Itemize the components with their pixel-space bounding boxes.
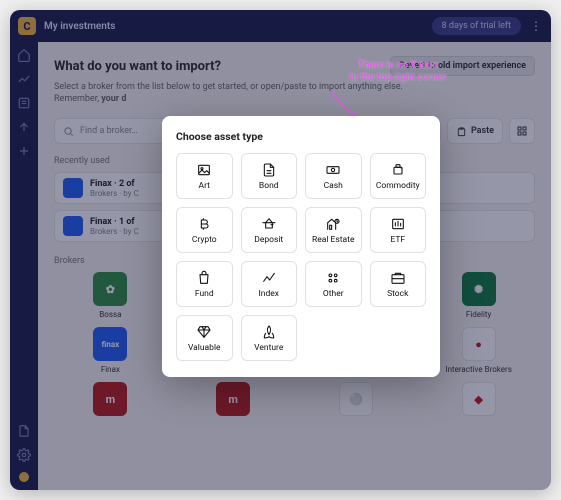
stock-icon [390,270,406,286]
asset-type-crypto[interactable]: Crypto [176,207,233,253]
app-logo-letter: C [23,20,30,33]
bond-icon [261,162,277,178]
asset-type-valuable[interactable]: Valuable [176,315,233,361]
document-icon[interactable] [17,424,31,438]
asset-type-bond[interactable]: Bond [241,153,298,199]
app-frame: C My investments 8 days of trial left ⋮ … [10,10,551,490]
recent-title: Finax · 1 of [90,217,139,227]
broker-item[interactable]: ✿ Bossa [54,272,167,319]
broker-label: Bossa [99,310,121,319]
sidebar [10,42,38,490]
etf-icon [390,216,406,232]
crypto-icon [196,216,212,232]
asset-type-other[interactable]: Other [305,261,362,307]
broker-logo-icon [63,216,83,236]
asset-type-index[interactable]: Index [241,261,298,307]
asset-type-label: Real Estate [312,235,354,245]
fund-icon [196,270,212,286]
import-subtext-2: Remember, your d [54,94,535,104]
import-subtext-2b: your d [101,94,126,104]
asset-type-cash[interactable]: Cash [305,153,362,199]
index-icon [261,270,277,286]
paste-label: Paste [471,126,494,136]
choose-asset-modal: Choose asset type Art Bond Cash Commodity Cr… [162,116,440,377]
asset-type-label: Other [323,289,344,299]
asset-type-art[interactable]: Art [176,153,233,199]
paste-button[interactable]: Paste [447,118,503,144]
asset-type-label: Cash [324,181,343,191]
list-icon[interactable] [17,96,31,110]
valuable-icon [196,324,212,340]
upload-icon[interactable] [17,120,31,134]
asset-type-commodity[interactable]: Commodity [370,153,427,199]
broker-logo-icon [63,178,83,198]
cash-icon [325,162,341,178]
broker-logo-icon: ● [462,327,496,361]
gear-icon[interactable] [17,448,31,462]
broker-logo-icon: ⚪ [339,382,373,416]
asset-type-deposit[interactable]: Deposit [241,207,298,253]
asset-type-label: Valuable [188,343,221,353]
broker-item[interactable]: ◆ [422,382,535,420]
broker-logo-icon: ◆ [462,382,496,416]
plus-icon[interactable] [17,144,31,158]
asset-type-stock[interactable]: Stock [370,261,427,307]
realestate-icon [325,216,341,232]
more-menu-icon[interactable]: ⋮ [529,19,543,33]
page-title: My investments [44,21,115,32]
broker-logo-icon: m [216,382,250,416]
asset-type-fund[interactable]: Fund [176,261,233,307]
annotation-line-2: in the top right corner [350,72,447,83]
grid-icon [516,125,528,137]
asset-type-label: Commodity [376,181,420,191]
asset-type-label: Crypto [192,235,217,245]
broker-label: Finax [101,365,120,374]
deposit-icon [261,216,277,232]
annotation-line-1: There is no X icon [358,60,438,71]
other-icon [325,270,341,286]
search-placeholder: Find a broker… [80,126,138,136]
broker-label: Interactive Brokers [445,365,511,374]
view-toggle-button[interactable] [509,118,535,144]
art-icon [196,162,212,178]
asset-type-etf[interactable]: ETF [370,207,427,253]
broker-logo-icon: ✿ [93,272,127,306]
home-icon[interactable] [17,48,31,62]
asset-type-realestate[interactable]: Real Estate [305,207,362,253]
broker-item[interactable]: finax Finax [54,327,167,374]
asset-type-label: ETF [390,235,405,245]
import-heading: What do you want to import? [54,59,221,74]
asset-type-label: Stock [387,289,408,299]
broker-logo-icon: ✺ [462,272,496,306]
asset-type-label: Fund [195,289,214,299]
topbar: C My investments 8 days of trial left ⋮ [10,10,551,42]
clipboard-icon [456,126,467,137]
broker-item[interactable]: m [54,382,167,420]
modal-title: Choose asset type [176,130,426,143]
asset-type-label: Index [258,289,279,299]
asset-type-label: Venture [254,343,283,353]
status-dot-icon[interactable] [19,472,29,482]
recent-title: Finax · 2 of [90,179,139,189]
commodity-icon [390,162,406,178]
asset-type-venture[interactable]: Venture [241,315,298,361]
recent-sub: Brokers · by C [90,189,139,198]
trial-pill[interactable]: 8 days of trial left [432,17,521,35]
broker-logo-icon: finax [93,327,127,361]
broker-item[interactable]: ⚪ [300,382,413,420]
search-icon [63,126,74,137]
asset-type-label: Deposit [254,235,283,245]
venture-icon [261,324,277,340]
import-subtext-2a: Remember, [54,94,101,104]
app-logo[interactable]: C [18,17,36,35]
recent-sub: Brokers · by C [90,227,139,236]
broker-item[interactable]: m [177,382,290,420]
broker-logo-icon: m [93,382,127,416]
asset-type-label: Art [199,181,210,191]
performance-icon[interactable] [17,72,31,86]
asset-type-label: Bond [259,181,279,191]
broker-label: Fidelity [466,310,491,319]
annotation-text: There is no X icon in the top right corn… [328,60,468,84]
